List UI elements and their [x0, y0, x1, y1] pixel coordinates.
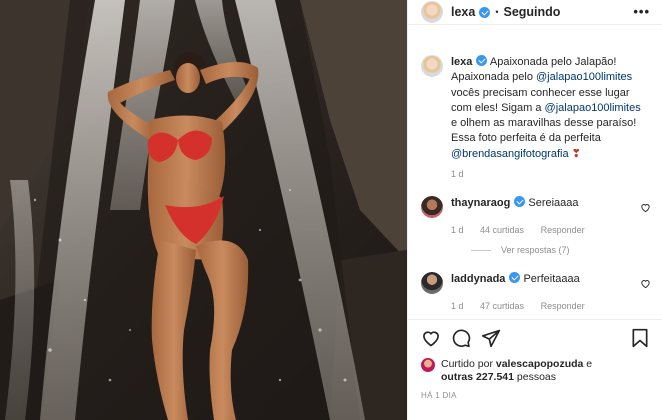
comment-item: thaynaraog Sereiaaaa — [421, 196, 651, 219]
commenter-username[interactable]: thaynaraog — [451, 197, 510, 209]
reply-button[interactable]: Responder — [541, 301, 585, 311]
waterfall-photo-illustration — [0, 0, 407, 420]
comment-meta: 1 d 44 curtidas Responder — [451, 225, 649, 235]
comment-body: Sereiaaaa — [528, 197, 579, 210]
comment-meta: 1 d 47 curtidas Responder — [451, 301, 649, 311]
caption-author-username[interactable]: lexa — [451, 56, 472, 68]
likes-others-label[interactable]: outras — [441, 371, 476, 383]
liked-by-text: Curtido por valescapopozuda e outras 227… — [441, 358, 592, 384]
comment-icon[interactable] — [451, 328, 471, 348]
mention-link[interactable]: @jalapao100limites — [536, 71, 632, 83]
author-avatar[interactable] — [421, 1, 443, 23]
view-replies-label: Ver respostas (7) — [501, 245, 570, 256]
comment-likes[interactable]: 44 curtidas — [480, 225, 524, 235]
post-side-panel: lexa • Seguindo ••• lexa Apaixonada pelo… — [407, 0, 662, 420]
verified-badge-icon — [509, 272, 521, 284]
verified-badge-icon — [476, 55, 488, 66]
share-icon[interactable] — [481, 328, 501, 348]
post-photo[interactable] — [0, 0, 407, 420]
caption-text: lexa Apaixonada pelo Jalapão! Apaixonada… — [451, 55, 649, 162]
post-time-ago[interactable]: HÁ 1 DIA — [421, 391, 650, 400]
verified-badge-icon — [514, 196, 526, 208]
header-divider — [408, 24, 662, 25]
likes-count[interactable]: 227.541 — [476, 371, 514, 383]
comment-likes[interactable]: 47 curtidas — [480, 301, 524, 311]
header-separator: • — [495, 7, 499, 17]
post-caption: lexa Apaixonada pelo Jalapão! Apaixonada… — [421, 55, 649, 162]
comment-time: 1 d — [451, 225, 464, 236]
following-button[interactable]: Seguindo — [504, 5, 561, 19]
mention-link[interactable]: @brendasangifotografia — [451, 148, 569, 160]
post-actions: Curtido por valescapopozuda e outras 227… — [408, 319, 662, 400]
more-options-icon[interactable]: ••• — [633, 4, 650, 19]
action-icons — [421, 327, 650, 349]
bookmark-icon[interactable] — [630, 328, 650, 348]
commenter-avatar[interactable] — [421, 272, 443, 295]
caption-meta: 1 d — [451, 169, 649, 179]
liked-by-mid: e — [583, 358, 593, 370]
author-username[interactable]: lexa — [451, 5, 475, 19]
mention-link[interactable]: @jalapao100limites — [545, 102, 641, 114]
likes-suffix: pessoas — [513, 371, 557, 383]
commenter-avatar[interactable] — [421, 196, 443, 219]
verified-badge-icon — [479, 6, 491, 18]
heart-icon[interactable] — [421, 328, 441, 348]
view-replies-button[interactable]: Ver respostas (7) — [471, 245, 649, 255]
caption-text-part: e olhem as maravilhas desse paraíso! Ess… — [451, 117, 637, 145]
comment-time: 1 d — [451, 301, 464, 312]
caption-time: 1 d — [451, 169, 464, 180]
commenter-username[interactable]: laddynada — [451, 273, 505, 285]
liked-by-prefix: Curtido por — [441, 358, 496, 370]
liker-avatar[interactable] — [421, 358, 435, 372]
comments-section: lexa Apaixonada pelo Jalapão! Apaixonada… — [408, 55, 662, 311]
comment-heart-icon[interactable] — [640, 278, 651, 289]
post-header: lexa • Seguindo ••• — [408, 0, 662, 24]
comment-text: thaynaraog Sereiaaaa — [451, 196, 579, 210]
comment-heart-icon[interactable] — [640, 202, 651, 213]
liker-username[interactable]: valescapopozuda — [496, 358, 584, 370]
comment-text: laddynada Perfeitaaaa — [451, 272, 580, 286]
caption-author-avatar[interactable] — [421, 55, 443, 77]
heart-exclamation-emoji: ❣ — [571, 147, 581, 160]
reply-button[interactable]: Responder — [541, 225, 585, 235]
liked-by: Curtido por valescapopozuda e outras 227… — [421, 358, 650, 384]
comment-item: laddynada Perfeitaaaa — [421, 272, 651, 295]
comment-body: Perfeitaaaa — [523, 273, 580, 286]
